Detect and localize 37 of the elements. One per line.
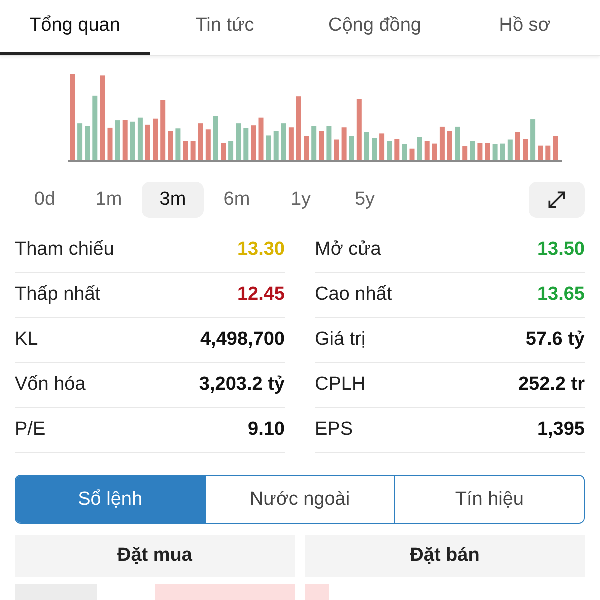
expand-icon [546,189,568,211]
range-tab[interactable]: 1m [78,182,140,218]
stat-label: Cao nhất [315,284,392,306]
stat-label: KL [15,329,38,351]
range-tab[interactable]: 6m [206,182,268,218]
stat-label: EPS [315,419,354,441]
segment-tab[interactable]: Sổ lệnh [16,476,205,523]
tab[interactable]: Tin tức [150,0,300,55]
range-tab[interactable]: 1y [270,182,332,218]
column-header: Đặt mua [15,535,295,577]
stat-value: 9.10 [248,419,285,441]
segment-tab[interactable]: Nước ngoài [204,476,394,523]
range-tab[interactable]: 5y [334,182,396,218]
stat-label: CPLH [315,374,366,396]
stat-value: 12.45 [237,284,285,306]
stat-label: Vốn hóa [15,374,86,396]
stat-label: Mở cửa [315,239,382,261]
column-header: Đặt bán [305,535,585,577]
stat-label: Giá trị [315,329,366,351]
stat-value: 3,203.2 tỷ [199,374,285,396]
range-tab[interactable]: 3m [142,182,204,218]
stat-value: 13.50 [537,239,585,261]
stat-value: 13.30 [237,239,285,261]
expand-button[interactable] [529,182,585,218]
tab[interactable]: Tổng quan [0,0,150,55]
tab[interactable]: Cộng đồng [300,0,450,55]
segment-tab[interactable]: Tín hiệu [394,476,584,523]
stat-label: P/E [15,419,46,441]
stat-label: Tham chiếu [15,239,114,261]
range-tab[interactable]: 0d [14,182,76,218]
stat-value: 57.6 tỷ [526,329,585,351]
stat-value: 4,498,700 [200,329,285,351]
stat-value: 13.65 [537,284,585,306]
stat-value: 252.2 tr [518,374,585,396]
stat-value: 1,395 [537,419,585,441]
tab[interactable]: Hồ sơ [450,0,600,55]
stat-label: Thấp nhất [15,284,101,306]
